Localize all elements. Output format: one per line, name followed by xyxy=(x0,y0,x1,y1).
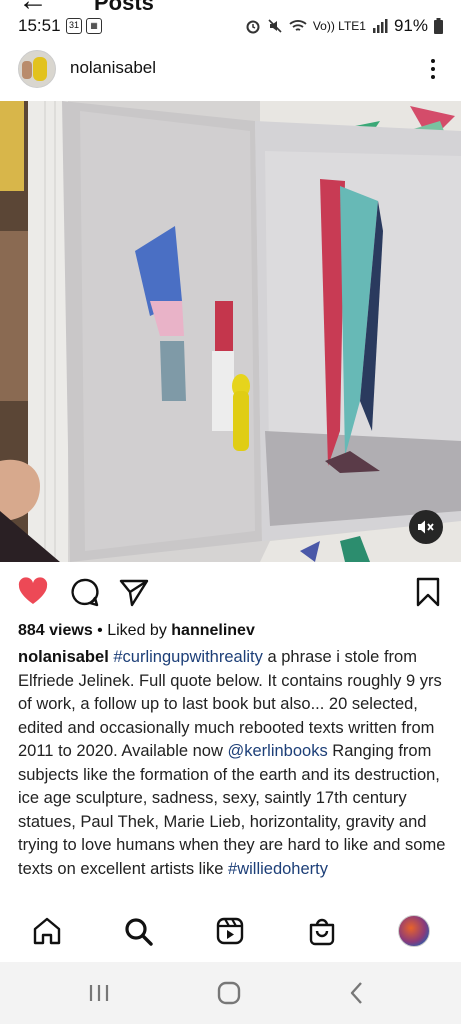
post-photo xyxy=(0,101,461,562)
caption-username[interactable]: nolanisabel xyxy=(18,648,109,666)
clock: 15:51 xyxy=(18,16,61,35)
shop-icon xyxy=(309,918,335,946)
liked-by-user[interactable]: hannelinev xyxy=(171,622,255,639)
nav-shop[interactable] xyxy=(305,914,339,948)
views-count: 884 views xyxy=(18,622,93,639)
gallery-notification-icon: ▦ xyxy=(86,18,102,34)
nav-search[interactable] xyxy=(121,914,155,948)
more-options-icon[interactable] xyxy=(423,56,443,82)
bookmark-icon[interactable] xyxy=(412,576,444,608)
post-caption: nolanisabel #curlingupwithreality a phra… xyxy=(18,646,450,902)
liked-by-prefix: • Liked by xyxy=(92,622,172,639)
system-nav-bar xyxy=(0,962,461,1024)
nav-reels[interactable] xyxy=(213,914,247,948)
search-icon xyxy=(125,918,153,946)
battery-icon xyxy=(434,18,443,34)
avatar[interactable] xyxy=(18,50,56,88)
mute-status-icon xyxy=(268,19,282,33)
caption-hashtag[interactable]: #curlingupwithreality xyxy=(113,648,263,666)
nav-profile[interactable] xyxy=(397,914,431,948)
wifi-icon xyxy=(289,20,307,31)
mute-toggle-button[interactable] xyxy=(409,510,443,544)
profile-avatar xyxy=(398,915,430,947)
reels-icon xyxy=(216,917,244,945)
post-header: nolanisabel xyxy=(0,48,461,92)
posts-header: ← Posts xyxy=(0,0,461,14)
back-arrow-icon[interactable]: ← xyxy=(18,0,48,14)
home-icon xyxy=(33,917,61,945)
recent-apps-icon[interactable] xyxy=(86,980,112,1006)
back-button-icon[interactable] xyxy=(344,980,370,1006)
post-username[interactable]: nolanisabel xyxy=(70,58,156,78)
muted-speaker-icon xyxy=(418,520,434,534)
signal-icon xyxy=(372,19,388,33)
nav-home[interactable] xyxy=(30,914,64,948)
post-media[interactable] xyxy=(0,101,461,562)
comment-icon[interactable] xyxy=(68,576,100,608)
calendar-notification-icon: 31 xyxy=(66,18,82,34)
battery-percent: 91% xyxy=(393,16,428,35)
heart-icon[interactable] xyxy=(17,576,49,608)
bottom-nav xyxy=(0,902,461,962)
network-label: Vo)) LTE1 xyxy=(312,19,366,33)
post-actions xyxy=(0,572,461,612)
caption-text-2: Ranging from subjects like the formation… xyxy=(18,742,446,878)
home-button-icon[interactable] xyxy=(216,980,242,1006)
alarm-icon xyxy=(246,20,260,34)
status-icons: Vo)) LTE1 91% xyxy=(245,16,443,36)
page-title: Posts xyxy=(94,0,154,14)
send-icon[interactable] xyxy=(118,576,150,608)
caption-hashtag-2[interactable]: #williedoherty xyxy=(228,860,328,878)
caption-mention[interactable]: @kerlinbooks xyxy=(227,742,327,760)
status-bar: 15:51 31 ▦ Vo)) LTE1 91% xyxy=(0,14,461,40)
likes-summary[interactable]: 884 views • Liked by hannelinev xyxy=(18,622,255,640)
